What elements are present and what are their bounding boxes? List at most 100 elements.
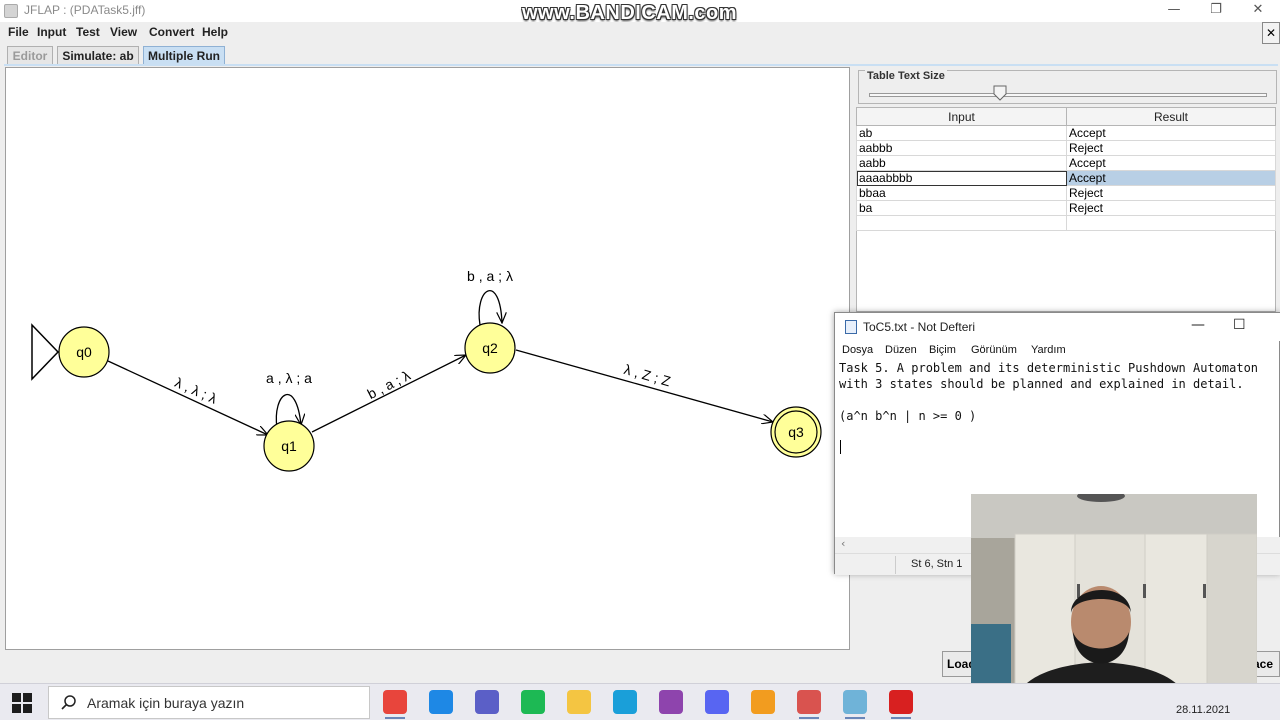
table-row[interactable]: ab Accept <box>856 125 1276 141</box>
minimize-button[interactable]: — <box>1152 0 1196 22</box>
table-row-empty[interactable] <box>856 215 1276 231</box>
maximize-button[interactable]: ❐ <box>1194 0 1238 22</box>
state-q2-label: q2 <box>482 340 498 356</box>
table-text-size-label: Table Text Size <box>865 70 947 82</box>
result-cell: Reject <box>1066 140 1276 156</box>
input-cell[interactable]: bbaa <box>856 185 1067 201</box>
tab-strip: Editor Simulate: ab Multiple Run <box>0 44 1280 66</box>
notepad-menu-view[interactable]: Görünüm <box>971 344 1017 356</box>
state-q3-label: q3 <box>788 424 804 440</box>
input-cell-editing[interactable]: aaaabbbb <box>856 170 1067 186</box>
table-text-size-group: Table Text Size <box>858 70 1277 104</box>
java-icon[interactable] <box>797 690 821 719</box>
result-cell: Accept <box>1066 170 1276 186</box>
tab-multiple-run[interactable]: Multiple Run <box>143 46 225 66</box>
notepad-line: (a^n b^n | n >= 0 ) <box>839 409 977 423</box>
notepad-menu-bar: Dosya Düzen Biçim Görünüm Yardım <box>835 341 1280 361</box>
tray-date: 28.11.2021 <box>1176 704 1231 716</box>
status-divider <box>895 556 896 574</box>
table-row-selected[interactable]: aaaabbbb Accept <box>856 170 1276 186</box>
automaton-canvas[interactable]: λ , λ ; λ a , λ ; a b , a ; λ b , a ; λ … <box>5 67 850 650</box>
menu-bar: File Input Test View Convert Help ✕ <box>0 22 1280 44</box>
notepad-menu-format[interactable]: Biçim <box>929 344 956 356</box>
table-row[interactable]: aabbb Reject <box>856 140 1276 156</box>
notepad-maximize-button[interactable]: ☐ <box>1233 317 1246 333</box>
transition-q1-q2-edge <box>311 355 466 433</box>
window-title: JFLAP : (PDATask5.jff) <box>24 3 146 17</box>
menu-input[interactable]: Input <box>37 25 66 39</box>
discord-icon[interactable] <box>705 690 729 714</box>
slider-thumb[interactable] <box>993 85 1007 101</box>
bandicam-icon[interactable] <box>889 690 913 719</box>
taskbar: Aramak için buraya yazın 28.11.2021 <box>0 683 1280 720</box>
notepad-title: ToC5.txt - Not Defteri <box>863 320 976 334</box>
cursor-position: St 6, Stn 1 <box>911 558 963 570</box>
result-cell <box>1066 215 1276 231</box>
menu-file[interactable]: File <box>8 25 29 39</box>
menu-view[interactable]: View <box>110 25 137 39</box>
input-cell[interactable]: aabb <box>856 155 1067 171</box>
close-window-button[interactable]: ✕ <box>1236 0 1280 22</box>
taskbar-search-box[interactable]: Aramak için buraya yazın <box>48 686 370 719</box>
transition-q2-loop-edge <box>478 290 502 326</box>
search-icon <box>61 695 76 710</box>
tab-simulate[interactable]: Simulate: ab <box>57 46 139 66</box>
run-table: Input Result ab Accept aabbb Reject aabb… <box>856 107 1276 231</box>
table-row[interactable]: bbaa Reject <box>856 185 1276 201</box>
result-cell: Reject <box>1066 200 1276 216</box>
notepad-minimize-button[interactable]: — <box>1191 317 1205 333</box>
column-header-result[interactable]: Result <box>1066 107 1276 126</box>
scroll-left-icon[interactable]: ‹ <box>841 537 845 550</box>
input-cell[interactable]: ba <box>856 200 1067 216</box>
sublime-icon[interactable] <box>751 690 775 714</box>
result-cell: Accept <box>1066 125 1276 141</box>
input-cell[interactable]: ab <box>856 125 1067 141</box>
webcam-image <box>971 494 1257 708</box>
text-caret <box>840 440 841 454</box>
menu-convert[interactable]: Convert <box>149 25 194 39</box>
tab-editor[interactable]: Editor <box>7 46 53 66</box>
notepad-icon[interactable] <box>843 690 867 719</box>
notepad-menu-file[interactable]: Dosya <box>842 344 873 356</box>
table-row[interactable]: aabb Accept <box>856 155 1276 171</box>
input-cell[interactable] <box>856 215 1067 231</box>
transition-q1-loop-label: a , λ ; a <box>266 370 312 386</box>
menu-test[interactable]: Test <box>76 25 100 39</box>
notepad-line: with 3 states should be planned and expl… <box>839 377 1244 391</box>
state-q1-label: q1 <box>281 438 297 454</box>
state-q0-label: q0 <box>76 344 92 360</box>
windows-start-icon[interactable] <box>12 693 32 713</box>
spotify-icon[interactable] <box>521 690 545 714</box>
notepad-title-bar: ToC5.txt - Not Defteri — ☐ <box>835 313 1280 341</box>
transition-q2-q3-label: λ , Z ; Z <box>622 361 672 390</box>
vscode-icon[interactable] <box>429 690 453 714</box>
automaton-diagram: λ , λ ; λ a , λ ; a b , a ; λ b , a ; λ … <box>31 268 822 472</box>
file-explorer-icon[interactable] <box>567 690 591 714</box>
chrome-icon[interactable] <box>383 690 407 719</box>
teams-icon[interactable] <box>475 690 499 714</box>
table-row[interactable]: ba Reject <box>856 200 1276 216</box>
table-text-size-slider[interactable] <box>869 93 1267 97</box>
column-header-input[interactable]: Input <box>856 107 1067 126</box>
transition-q1-q2-label: b , a ; λ <box>365 367 413 402</box>
transition-q2-loop-label: b , a ; λ <box>467 268 513 284</box>
result-cell: Accept <box>1066 155 1276 171</box>
jflap-app-icon <box>4 4 18 18</box>
transition-q2-q3-edge <box>515 349 773 422</box>
close-tab-button[interactable]: ✕ <box>1262 22 1280 44</box>
result-cell: Reject <box>1066 185 1276 201</box>
visual-studio-icon[interactable] <box>659 690 683 714</box>
notepad-line: Task 5. A problem and its deterministic … <box>839 361 1259 375</box>
notepad-menu-edit[interactable]: Düzen <box>885 344 917 356</box>
screen: JFLAP : (PDATask5.jff) www.BANDICAM.com … <box>0 0 1280 720</box>
initial-state-marker <box>31 323 60 381</box>
notepad-menu-help[interactable]: Yardım <box>1031 344 1066 356</box>
tab-underline <box>4 64 1278 66</box>
webcam-overlay <box>971 494 1257 708</box>
search-placeholder: Aramak için buraya yazın <box>87 695 245 711</box>
input-cell[interactable]: aabbb <box>856 140 1067 156</box>
notepad-app-icon <box>845 320 857 334</box>
transition-q0-q1-edge <box>107 360 268 435</box>
edge-icon[interactable] <box>613 690 637 714</box>
menu-help[interactable]: Help <box>202 25 228 39</box>
